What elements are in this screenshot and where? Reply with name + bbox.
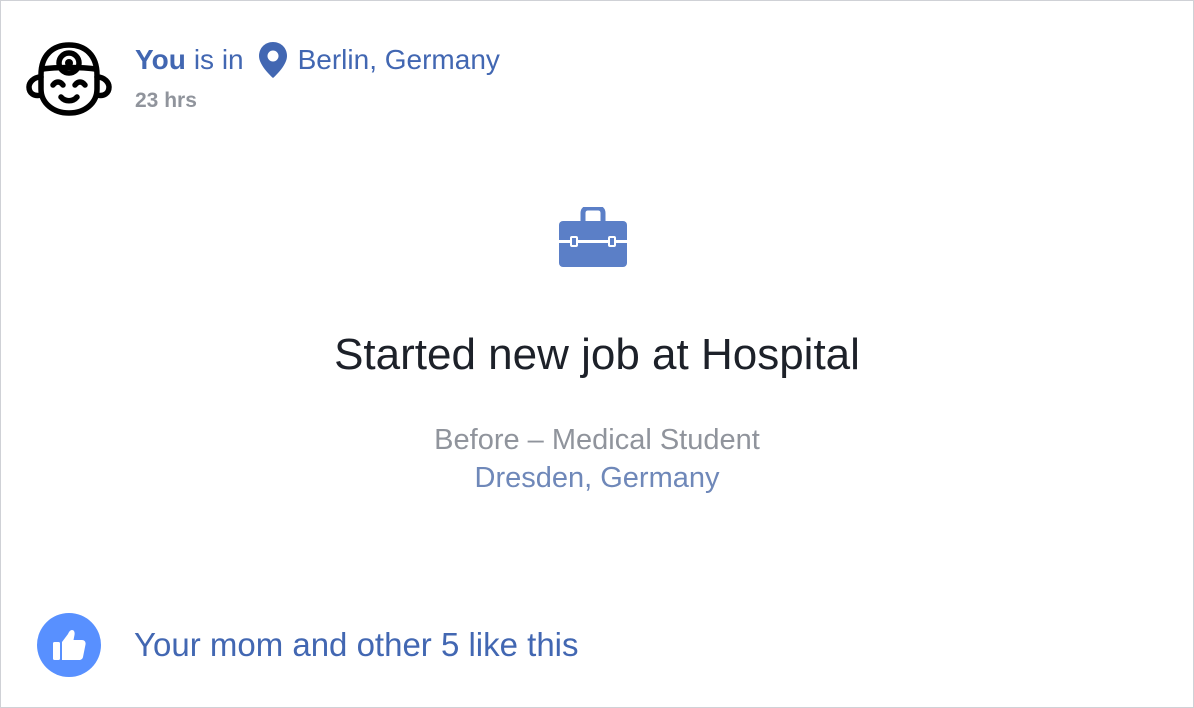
doctor-avatar-icon[interactable] [25,39,113,117]
previous-position: Before – Medical Student [434,424,760,456]
post-timestamp[interactable]: 23 hrs [135,89,500,113]
author-name[interactable]: You [135,42,186,78]
life-event-title: Started new job at Hospital [334,330,860,379]
reactions-text[interactable]: Your mom and other 5 like this [134,626,579,664]
post-card: You is in Berlin, Germany 23 hrs Started… [0,0,1194,708]
previous-location-link[interactable]: Dresden, Germany [1,459,1193,497]
connector-text: is in [193,44,244,75]
reactions-summary[interactable]: Your mom and other 5 like this [37,613,579,677]
thumbs-up-icon [37,613,101,677]
location-pin-icon [258,41,288,79]
post-header-line: You is in Berlin, Germany [135,41,500,79]
briefcase-icon [559,205,627,267]
location-link[interactable]: Berlin, Germany [298,42,500,78]
post-header: You is in Berlin, Germany 23 hrs [135,41,500,113]
